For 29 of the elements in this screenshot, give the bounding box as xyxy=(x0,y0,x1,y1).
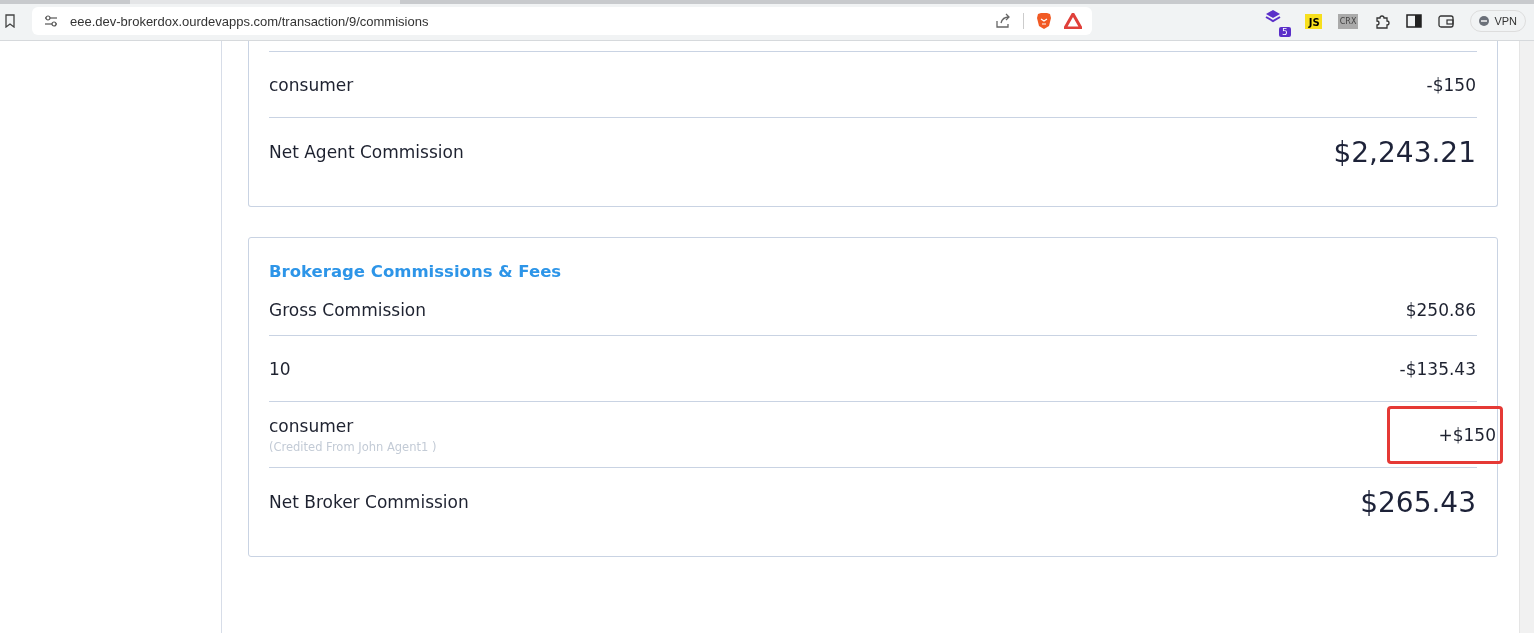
sidebar-icon[interactable] xyxy=(1406,14,1423,28)
crx-extension-icon[interactable]: CRX xyxy=(1337,13,1359,29)
row-label: Gross Commission xyxy=(269,300,427,320)
extension-badge: 5 xyxy=(1279,27,1291,37)
card-title: Brokerage Commissions & Fees xyxy=(269,261,563,283)
row-label: consumer xyxy=(269,415,355,436)
share-icon[interactable] xyxy=(995,13,1011,29)
highlighted-amount: +$150 xyxy=(1387,405,1503,464)
row-label: Net Broker Commission xyxy=(269,492,469,512)
puzzle-icon[interactable] xyxy=(1374,13,1391,29)
lion-shield-icon[interactable] xyxy=(1036,12,1052,30)
triangle-icon[interactable] xyxy=(1064,13,1082,29)
scrollbar-track[interactable] xyxy=(1519,41,1534,633)
total-amount: $265.43 xyxy=(1359,485,1477,519)
row-label: Net Agent Commission xyxy=(269,142,464,162)
row-amount: $250.86 xyxy=(1404,300,1477,320)
address-bar[interactable]: eee.dev-brokerdox.ourdevapps.com/transaction/9/commisions xyxy=(32,7,1092,35)
row-amount: -$135.43 xyxy=(1398,358,1477,379)
site-settings-icon[interactable] xyxy=(44,15,58,27)
row-label: 10 xyxy=(269,358,291,379)
minus-circle-icon xyxy=(1479,16,1490,26)
vpn-button[interactable]: VPN xyxy=(1470,10,1526,32)
wallet-icon[interactable] xyxy=(1438,14,1455,28)
row-note: (Credited From John Agent1 ) xyxy=(269,439,437,454)
bookmark-icon[interactable] xyxy=(4,14,16,28)
row-amount: -$150 xyxy=(1425,74,1477,95)
js-extension-icon[interactable]: JS xyxy=(1304,13,1322,29)
total-amount: $2,243.21 xyxy=(1332,135,1477,169)
row-label: consumer xyxy=(269,74,354,95)
